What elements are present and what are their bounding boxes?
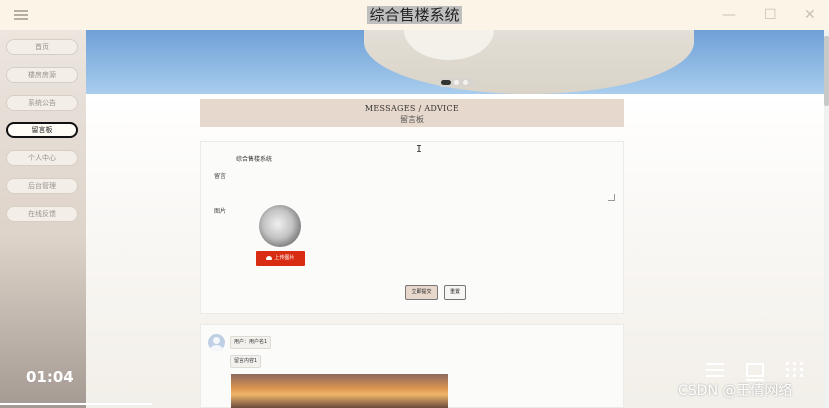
grid-icon[interactable]: [786, 362, 804, 378]
video-timestamp: 01:04: [26, 368, 74, 386]
video-progress-bar[interactable]: [0, 403, 152, 405]
sidebar-item-personal-center[interactable]: 个人中心: [6, 150, 78, 166]
sidebar-item-message-board[interactable]: 留言板: [6, 122, 78, 138]
minimize-button[interactable]: —: [722, 7, 736, 23]
section-title-cn: 留言板: [400, 115, 424, 124]
message-label: 留言: [214, 173, 227, 180]
message-user: 用户：用户名1: [230, 336, 272, 349]
title-bar: 综合售楼系统 — ☐ ✕: [0, 0, 829, 31]
sidebar-item-feedback[interactable]: 在线反馈: [6, 206, 78, 222]
app-title: 综合售楼系统: [367, 6, 462, 24]
image-label: 图片: [214, 208, 227, 215]
scrollbar[interactable]: [824, 30, 829, 408]
text-cursor-icon: I: [416, 144, 423, 155]
watermark: CSDN @王倩网络: [678, 383, 793, 399]
playlist-icon[interactable]: [706, 362, 724, 378]
screen-icon[interactable]: [746, 363, 764, 381]
reset-button[interactable]: 重置: [444, 285, 466, 300]
resize-handle-icon[interactable]: [608, 194, 615, 201]
cloud-upload-icon: [266, 255, 273, 260]
sidebar-item-announcements[interactable]: 系统公告: [6, 95, 78, 111]
section-title-en: MESSAGES / ADVICE: [364, 104, 460, 113]
user-avatar-icon: [208, 334, 225, 351]
section-header: MESSAGES / ADVICE 留言板: [200, 99, 624, 127]
sidebar-item-admin[interactable]: 后台管理: [6, 178, 78, 194]
carousel-dot[interactable]: [454, 80, 459, 85]
message-text: 综合售楼系统: [236, 156, 273, 163]
sidebar-item-home[interactable]: 首页: [6, 39, 78, 55]
message-textarea[interactable]: 综合售楼系统: [232, 150, 616, 202]
maximize-button[interactable]: ☐: [764, 7, 777, 23]
close-button[interactable]: ✕: [804, 7, 816, 23]
message-image: [231, 374, 448, 408]
uploaded-image-preview: [259, 205, 301, 247]
carousel-indicator: [438, 78, 474, 87]
carousel-dot[interactable]: [463, 80, 468, 85]
scrollbar-thumb[interactable]: [824, 36, 829, 106]
sidebar-item-listings[interactable]: 楼房房源: [6, 67, 78, 83]
banner-carousel[interactable]: [86, 30, 824, 94]
submit-button[interactable]: 立即提交: [405, 285, 438, 300]
carousel-dot-active[interactable]: [441, 80, 451, 85]
message-content: 留言内容1: [230, 355, 262, 368]
upload-image-button[interactable]: 上传图片: [256, 251, 305, 266]
